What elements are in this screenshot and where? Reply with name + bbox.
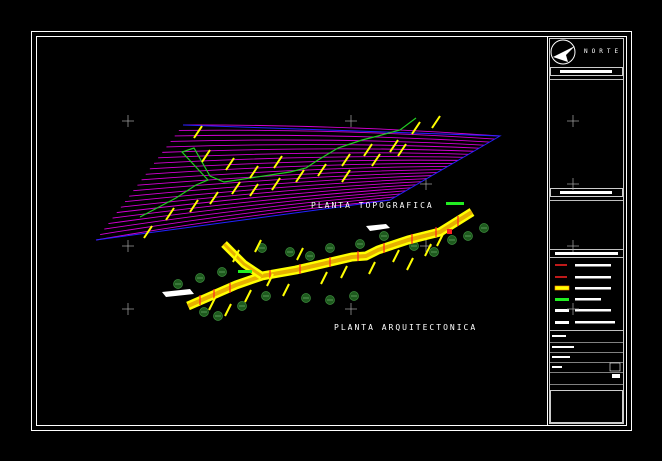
tree-icon [261, 291, 271, 301]
tree-icon [237, 301, 247, 311]
red-marker [447, 229, 452, 234]
tree-icon [463, 231, 473, 241]
tree-icon [355, 239, 365, 249]
crosshair-mark [567, 115, 579, 127]
tree-icon [479, 223, 489, 233]
tree-icon [301, 293, 311, 303]
title-block [547, 36, 624, 426]
tree-icon [325, 295, 335, 305]
elevation-label [231, 181, 241, 195]
section-label [392, 249, 400, 263]
elevation-label [363, 143, 373, 157]
elevation-label [165, 207, 175, 221]
section-label [406, 257, 414, 271]
legend-symbol-green-bar [555, 298, 569, 301]
elevation-label [411, 121, 421, 135]
crosshair-mark [567, 240, 579, 252]
elevation-label [431, 115, 441, 129]
crosshair-mark [420, 178, 432, 190]
crosshair-mark [567, 303, 579, 315]
topographic-plan [95, 115, 502, 241]
tree-icon [217, 267, 227, 277]
tree-icon [199, 307, 209, 317]
legend-symbol-yellow-hatch [554, 285, 570, 291]
note-tag [162, 289, 194, 297]
contour-line [141, 166, 448, 181]
north-label: NORTE [584, 48, 623, 55]
crosshair-mark [122, 115, 134, 127]
contour-line [145, 162, 453, 175]
topographic-plan-title: PLANTA TOPOGRAFICA [311, 201, 434, 210]
tree-icon [429, 247, 439, 257]
section-label [296, 247, 304, 261]
legend-symbol-white-bar [555, 321, 569, 324]
tree-icon [213, 311, 223, 321]
section-label [282, 283, 290, 297]
crosshair-mark [122, 240, 134, 252]
legend-symbol-white-bar [555, 309, 569, 312]
green-marker [238, 270, 252, 273]
north-arrow-icon [550, 39, 576, 65]
contour-lines [95, 124, 501, 241]
tree-icon [349, 291, 359, 301]
section-label [224, 303, 232, 317]
elevation-label [295, 169, 305, 183]
cad-drawing-sheet [31, 31, 632, 431]
tree-icon [325, 243, 335, 253]
section-label [320, 271, 328, 285]
contour-line [166, 144, 480, 149]
legend [554, 264, 615, 324]
section-label [244, 289, 252, 303]
elevation-label [189, 199, 199, 213]
tree-icon [195, 273, 205, 283]
green-marker [446, 202, 464, 205]
architectural-plan [162, 202, 489, 321]
tree-icon [285, 247, 295, 257]
crosshair-mark [345, 303, 357, 315]
crosshair-mark [122, 303, 134, 315]
section-label [340, 265, 348, 279]
note-tag [366, 224, 390, 231]
elevation-label [273, 155, 283, 169]
elevation-label [193, 125, 203, 139]
crosshair-mark [345, 115, 357, 127]
tree-icon [305, 251, 315, 261]
architectural-plan-title: PLANTA ARQUITECTONICA [334, 323, 478, 332]
tree-icon [447, 235, 457, 245]
tree-icon [173, 279, 183, 289]
section-label [368, 261, 376, 275]
tree-icon [379, 231, 389, 241]
